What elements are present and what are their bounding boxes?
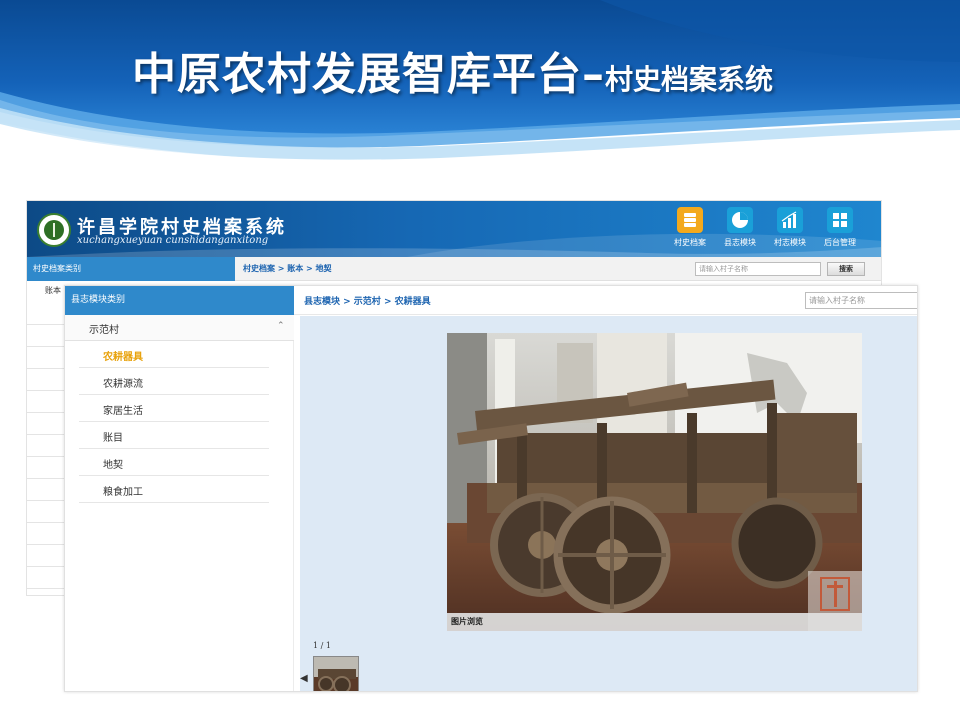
- school-logo[interactable]: [37, 213, 71, 247]
- nav-label: 后台管理: [824, 238, 856, 247]
- category-sidebar: 示范村 ⌃ 农耕器具 农耕源流 家居生活 账目 地契 粮食加工: [65, 315, 294, 691]
- county-breadcrumb[interactable]: 县志模块 > 示范村 > 农耕器具: [304, 294, 431, 307]
- county-search-input[interactable]: 请输入村子名称: [805, 292, 917, 309]
- thumbnail-image: [314, 657, 358, 691]
- thumbnail[interactable]: [313, 656, 359, 691]
- pie-chart-icon: [727, 207, 753, 233]
- archive-breadcrumb-bar: 村史档案 > 账本 > 地契 请输入村子名称 搜索: [235, 257, 881, 281]
- slide: 中原农村发展智库平台–村史档案系统 许昌学院村史档案系统 xuchangxuey…: [0, 0, 960, 720]
- archive-list-item[interactable]: [27, 457, 67, 479]
- archive-list-item[interactable]: [27, 369, 67, 391]
- category-label: 农耕源流: [103, 379, 143, 390]
- slide-title-dash: –: [582, 49, 605, 100]
- category-item-farming-origins[interactable]: 农耕源流: [79, 368, 269, 395]
- archive-list-item[interactable]: [27, 347, 67, 369]
- category-item-farm-tools[interactable]: 农耕器具: [79, 341, 269, 368]
- archive-breadcrumb[interactable]: 村史档案 > 账本 > 地契: [243, 257, 332, 281]
- photo-viewer: 图片浏览 1 / 1 ◀: [300, 316, 917, 691]
- collapse-up-icon[interactable]: ⌃: [277, 321, 285, 331]
- archive-list-item[interactable]: [27, 413, 67, 435]
- bar-chart-icon: [777, 207, 803, 233]
- category-label: 农耕器具: [103, 352, 143, 363]
- archive-tree-head[interactable]: 账本: [45, 285, 61, 296]
- archive-list-item[interactable]: [27, 501, 67, 523]
- grid-icon: [827, 207, 853, 233]
- archive-list-item[interactable]: [27, 545, 67, 567]
- category-label: 家居生活: [103, 406, 143, 417]
- archive-category-header: 村史档案类别: [27, 257, 235, 281]
- category-item-accounts[interactable]: 账目: [79, 422, 269, 449]
- nav-label: 村志模块: [774, 238, 806, 247]
- nav-village-module[interactable]: 村志模块: [766, 207, 814, 248]
- nav-village-archive[interactable]: 村史档案: [666, 207, 714, 248]
- county-module-window: 县志模块类别 示范村 ⌃ 农耕器具 农耕源流 家居生活 账目 地契 粮食加工 县…: [64, 285, 918, 692]
- county-category-header: 县志模块类别: [65, 286, 294, 315]
- archive-search-input[interactable]: 请输入村子名称: [695, 262, 821, 276]
- slide-title-sub: 村史档案系统: [605, 63, 774, 96]
- school-subtitle: xuchangxueyuan cunshidanganxitong: [77, 235, 269, 246]
- archive-icon: [677, 207, 703, 233]
- wooden-cart-image: [447, 333, 862, 631]
- archive-search-button[interactable]: 搜索: [827, 262, 865, 276]
- page-counter: 1 / 1: [313, 641, 331, 650]
- county-breadcrumb-bar: 县志模块 > 示范村 > 农耕器具 请输入村子名称: [294, 286, 917, 315]
- archive-list-item[interactable]: [27, 523, 67, 545]
- category-label: 粮食加工: [103, 487, 143, 498]
- cart-photo[interactable]: 图片浏览: [447, 333, 862, 631]
- category-label: 地契: [103, 460, 123, 471]
- nav-label: 县志模块: [724, 238, 756, 247]
- category-item-grain-processing[interactable]: 粮食加工: [79, 476, 269, 503]
- archive-list-item[interactable]: [27, 391, 67, 413]
- slide-header: 中原农村发展智库平台–村史档案系统: [0, 0, 960, 180]
- village-name: 示范村: [89, 325, 119, 336]
- nav-label: 村史档案: [674, 238, 706, 247]
- category-item-land-deeds[interactable]: 地契: [79, 449, 269, 476]
- category-item-home-life[interactable]: 家居生活: [79, 395, 269, 422]
- nav-county-module[interactable]: 县志模块: [716, 207, 764, 248]
- archive-list-item[interactable]: [27, 479, 67, 501]
- photo-caption: 图片浏览: [447, 613, 862, 631]
- village-group[interactable]: 示范村 ⌃: [65, 315, 294, 341]
- category-label: 账目: [103, 433, 123, 444]
- nav-admin[interactable]: 后台管理: [816, 207, 864, 248]
- archive-list-item[interactable]: [27, 567, 67, 589]
- archive-list-item[interactable]: [27, 435, 67, 457]
- slide-title: 中原农村发展智库平台–村史档案系统: [132, 38, 773, 102]
- archive-list-item[interactable]: [27, 303, 67, 325]
- slide-title-main: 中原农村发展智库平台: [132, 49, 582, 100]
- site-banner: 许昌学院村史档案系统 xuchangxueyuan cunshidanganxi…: [27, 201, 881, 257]
- archive-list-item[interactable]: [27, 325, 67, 347]
- prev-arrow-icon[interactable]: ◀: [300, 673, 308, 684]
